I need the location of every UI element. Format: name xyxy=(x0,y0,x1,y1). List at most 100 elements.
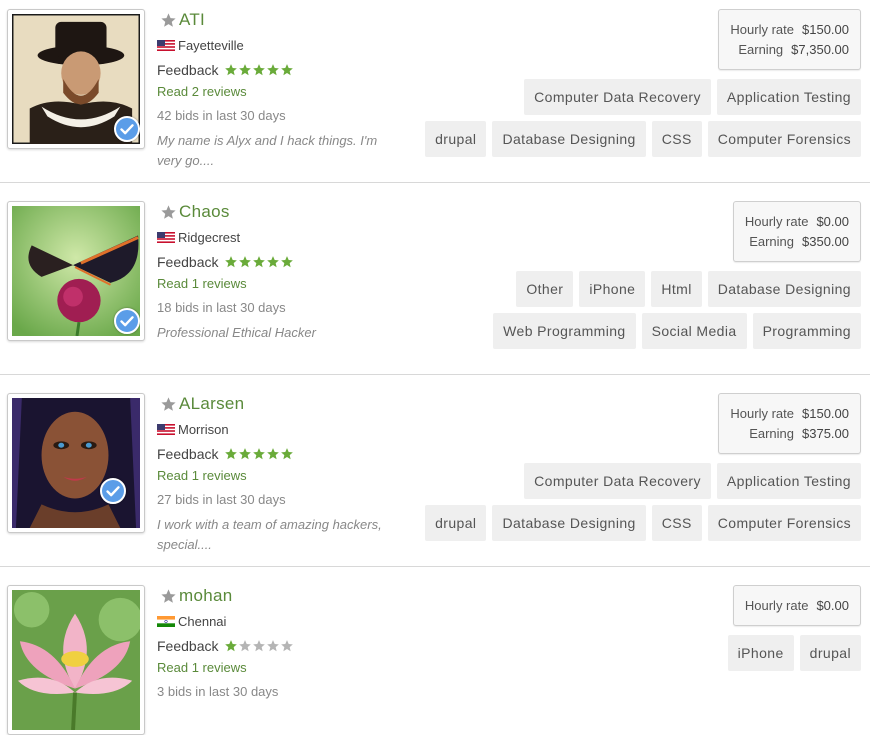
avatar-image xyxy=(12,590,140,730)
reviews-link[interactable]: Read 1 reviews xyxy=(157,468,247,483)
freelancer-card: ALarsen Morrison Feedback Read 1 reviews… xyxy=(0,384,870,567)
us-flag-icon xyxy=(157,40,175,51)
skill-tag[interactable]: Application Testing xyxy=(716,463,861,499)
earning-label: Earning xyxy=(738,42,784,57)
freelancer-name[interactable]: ATI xyxy=(179,10,205,30)
skill-tag[interactable]: Application Testing xyxy=(716,79,861,115)
hourly-rate: $150.00 xyxy=(802,406,849,421)
rate-box: Hourly rate $0.00 xyxy=(732,585,861,626)
avatar[interactable] xyxy=(7,585,145,735)
skill-tag[interactable]: iPhone xyxy=(579,271,646,307)
skill-tag[interactable]: Database Designing xyxy=(492,121,646,157)
reviews-link[interactable]: Read 1 reviews xyxy=(157,276,247,291)
description: My name is Alyx and I hack things. I'm v… xyxy=(157,133,378,168)
earning: $7,350.00 xyxy=(791,42,849,57)
bids-count: 27 bids in last 30 days xyxy=(157,492,286,507)
skill-tag[interactable]: drupal xyxy=(425,505,487,541)
star-empty-icon xyxy=(281,640,294,652)
freelancer-name[interactable]: mohan xyxy=(179,586,232,606)
skill-tag[interactable]: CSS xyxy=(651,505,702,541)
bids-count: 18 bids in last 30 days xyxy=(157,300,286,315)
skill-tag[interactable]: Database Designing xyxy=(707,271,861,307)
feedback-label: Feedback xyxy=(157,638,219,654)
skill-tag[interactable]: Computer Forensics xyxy=(707,505,861,541)
star-filled-icon xyxy=(253,448,266,460)
skill-tag[interactable]: iPhone xyxy=(727,635,794,671)
feedback-label: Feedback xyxy=(157,254,219,270)
rating-stars xyxy=(224,639,294,653)
star-filled-icon xyxy=(267,64,280,76)
freelancer-card: Chaos Ridgecrest Feedback Read 1 reviews… xyxy=(0,192,870,375)
rating-stars xyxy=(224,63,294,77)
skill-tag[interactable]: Computer Data Recovery xyxy=(524,463,711,499)
earning-label: Earning xyxy=(749,426,794,441)
favorite-star-icon[interactable] xyxy=(160,12,177,29)
star-filled-icon xyxy=(253,64,266,76)
skill-tag[interactable]: Html xyxy=(651,271,702,307)
verified-badge-icon xyxy=(114,116,140,142)
skill-tag[interactable]: Other xyxy=(516,271,574,307)
star-filled-icon xyxy=(253,256,266,268)
avatar[interactable] xyxy=(7,201,145,341)
avatar-image xyxy=(12,398,140,528)
feedback-label: Feedback xyxy=(157,62,219,78)
star-filled-icon xyxy=(239,448,252,460)
location: Chennai xyxy=(178,614,227,629)
star-filled-icon xyxy=(239,64,252,76)
freelancer-card: mohan Chennai Feedback Read 1 reviews 3 … xyxy=(0,576,870,735)
favorite-star-icon[interactable] xyxy=(160,588,177,605)
avatar[interactable] xyxy=(7,9,145,149)
rate-box: Hourly rate $150.00 Earning $7,350.00 xyxy=(718,9,861,70)
hourly-rate: $0.00 xyxy=(816,598,849,613)
reviews-link[interactable]: Read 1 reviews xyxy=(157,660,247,675)
us-flag-icon xyxy=(157,232,175,243)
rating-stars xyxy=(224,447,294,461)
description: I work with a team of amazing hackers, s… xyxy=(157,517,382,552)
verified-badge-icon xyxy=(100,478,126,504)
skill-tag[interactable]: CSS xyxy=(651,121,702,157)
rate-box: Hourly rate $0.00 Earning $350.00 xyxy=(732,201,861,262)
bids-count: 3 bids in last 30 days xyxy=(157,684,279,699)
location: Morrison xyxy=(178,422,229,437)
earning: $375.00 xyxy=(802,426,849,441)
verified-badge-icon xyxy=(114,308,140,334)
star-empty-icon xyxy=(239,640,252,652)
skill-tag[interactable]: Database Designing xyxy=(492,505,646,541)
skill-tag[interactable]: Web Programming xyxy=(493,313,636,349)
skill-tag[interactable]: Computer Data Recovery xyxy=(524,79,711,115)
hourly-rate: $0.00 xyxy=(816,214,849,229)
skill-tag[interactable]: Computer Forensics xyxy=(707,121,861,157)
favorite-star-icon[interactable] xyxy=(160,204,177,221)
star-filled-icon xyxy=(225,448,238,460)
location: Fayetteville xyxy=(178,38,244,53)
skill-tag[interactable]: drupal xyxy=(799,635,861,671)
star-filled-icon xyxy=(281,256,294,268)
star-filled-icon xyxy=(267,448,280,460)
rate-label: Hourly rate xyxy=(744,214,809,229)
rate-box: Hourly rate $150.00 Earning $375.00 xyxy=(718,393,861,454)
earning-label: Earning xyxy=(749,234,794,249)
rate-label: Hourly rate xyxy=(730,406,794,421)
skill-tag[interactable]: drupal xyxy=(425,121,487,157)
rate-label: Hourly rate xyxy=(730,22,794,37)
freelancer-name[interactable]: Chaos xyxy=(179,202,230,222)
us-flag-icon xyxy=(157,424,175,435)
avatar[interactable] xyxy=(7,393,145,533)
star-filled-icon xyxy=(225,256,238,268)
star-empty-icon xyxy=(253,640,266,652)
star-filled-icon xyxy=(281,64,294,76)
in-flag-icon xyxy=(157,616,175,627)
freelancer-name[interactable]: ALarsen xyxy=(179,394,244,414)
feedback-label: Feedback xyxy=(157,446,219,462)
skill-tag[interactable]: Programming xyxy=(752,313,861,349)
description: Professional Ethical Hacker xyxy=(157,325,316,340)
freelancer-card: ATI Fayetteville Feedback Read 2 reviews… xyxy=(0,0,870,183)
favorite-star-icon[interactable] xyxy=(160,396,177,413)
star-filled-icon xyxy=(225,640,238,652)
star-filled-icon xyxy=(267,256,280,268)
star-empty-icon xyxy=(267,640,280,652)
rating-stars xyxy=(224,255,294,269)
skill-tag[interactable]: Social Media xyxy=(641,313,747,349)
reviews-link[interactable]: Read 2 reviews xyxy=(157,84,247,99)
star-filled-icon xyxy=(239,256,252,268)
